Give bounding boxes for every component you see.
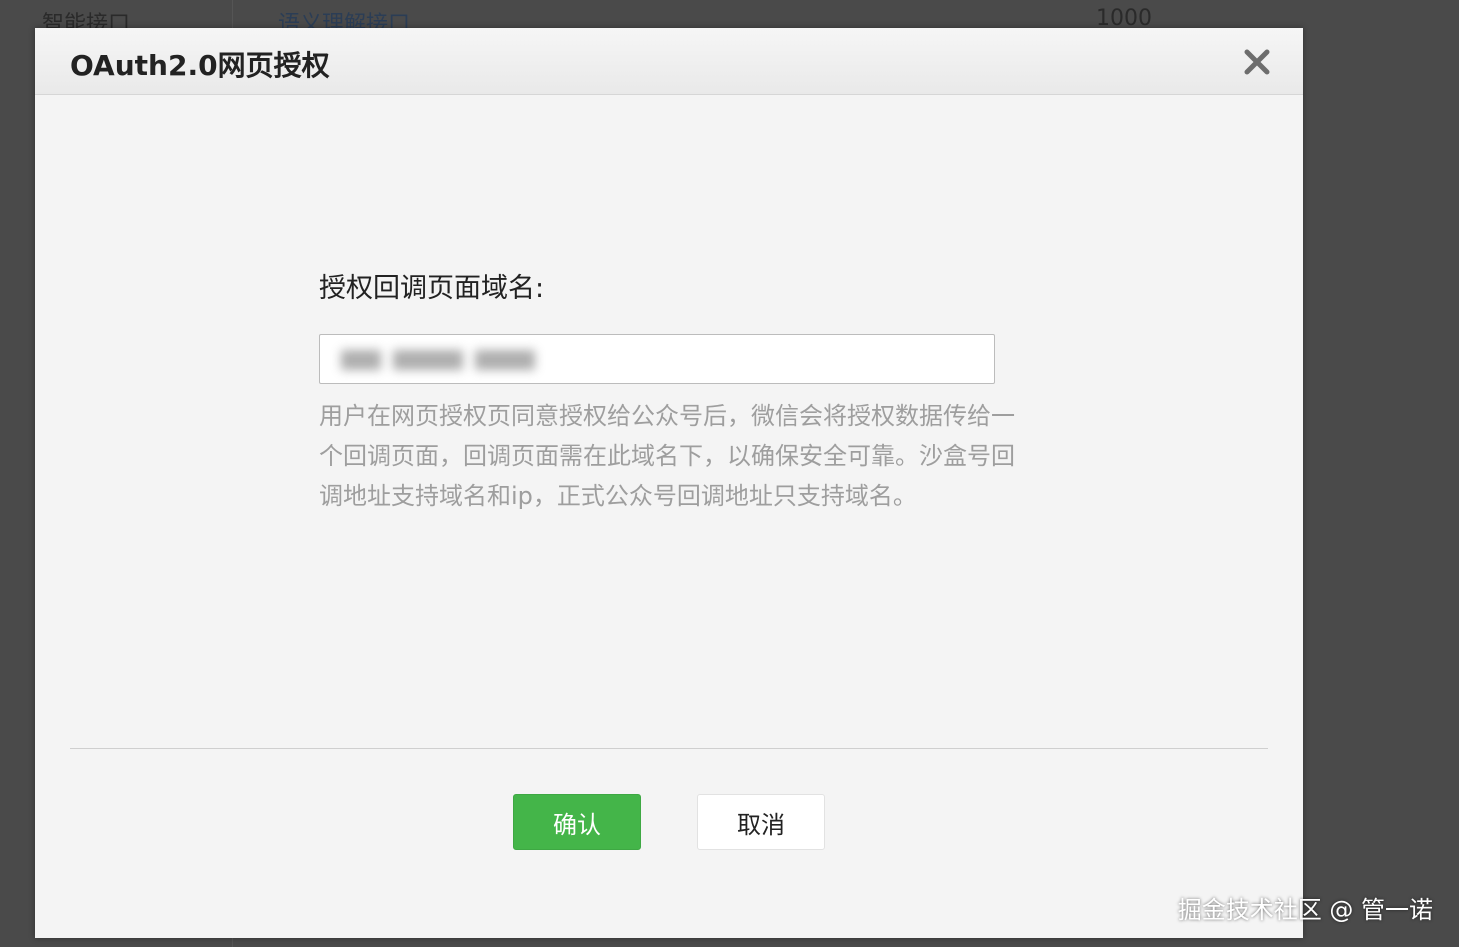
- callback-domain-input[interactable]: [319, 334, 995, 384]
- watermark: 掘金技术社区 @ 管一诺: [1177, 896, 1433, 924]
- dialog-footer-divider: [70, 748, 1268, 749]
- dialog-header: OAuth2.0网页授权: [35, 28, 1303, 95]
- callback-domain-help-text: 用户在网页授权页同意授权给公众号后，微信会将授权数据传给一个回调页面，回调页面需…: [319, 402, 1015, 510]
- close-button[interactable]: [1241, 46, 1273, 78]
- cancel-button[interactable]: 取消: [697, 794, 825, 850]
- dialog-title: OAuth2.0网页授权: [70, 49, 330, 82]
- close-icon: [1244, 49, 1270, 75]
- confirm-button[interactable]: 确认: [513, 794, 641, 850]
- callback-domain-label: 授权回调页面域名:: [319, 273, 545, 304]
- oauth-dialog: OAuth2.0网页授权 授权回调页面域名: 用户在网页授权页同意授权给公众号后…: [35, 28, 1303, 938]
